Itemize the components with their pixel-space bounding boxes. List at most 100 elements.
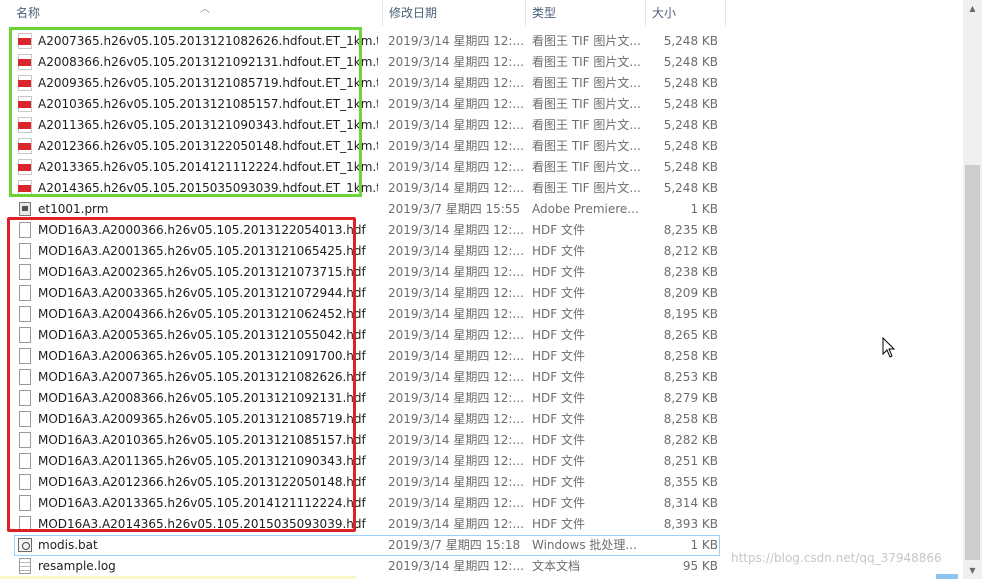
blank-file-icon xyxy=(19,327,31,343)
tif-tag-icon xyxy=(18,101,31,108)
file-row[interactable]: MOD16A3.A2001365.h26v05.105.201312106542… xyxy=(14,241,720,262)
column-size-header[interactable]: 大小 xyxy=(646,0,726,26)
file-row[interactable]: A2011365.h26v05.105.2013121090343.hdfout… xyxy=(14,115,720,136)
file-name: MOD16A3.A2000366.h26v05.105.201312205401… xyxy=(38,223,366,237)
blank-file-icon xyxy=(19,411,31,427)
file-row[interactable]: MOD16A3.A2011365.h26v05.105.201312109034… xyxy=(14,451,720,472)
file-icon-cell xyxy=(18,136,36,157)
file-type: Windows 批处理... xyxy=(532,538,637,552)
blank-file-icon xyxy=(19,243,31,259)
column-name-header[interactable]: 名称 ︿ xyxy=(10,0,383,26)
blank-file-icon xyxy=(19,264,31,280)
file-modified-date: 2019/3/14 星期四 12:... xyxy=(388,370,524,384)
tif-tag-icon xyxy=(18,164,31,171)
file-size: 8,265 KB xyxy=(663,328,718,342)
file-size: 8,209 KB xyxy=(663,286,718,300)
file-type: HDF 文件 xyxy=(532,244,585,258)
file-modified-date: 2019/3/14 星期四 12:... xyxy=(388,559,524,573)
file-row[interactable]: et1001.prm 2019/3/7 星期四 15:55 Adobe Premie… xyxy=(14,199,720,220)
file-row[interactable]: A2013365.h26v05.105.2014121112224.hdfout… xyxy=(14,157,720,178)
file-name: MOD16A3.A2014365.h26v05.105.201503509303… xyxy=(38,517,366,531)
column-size-label: 大小 xyxy=(652,6,677,20)
file-row[interactable]: MOD16A3.A2007365.h26v05.105.201312108262… xyxy=(14,367,720,388)
file-row[interactable]: A2008366.h26v05.105.2013121092131.hdfout… xyxy=(14,52,720,73)
file-icon-cell xyxy=(18,178,36,199)
file-size: 5,248 KB xyxy=(663,76,718,90)
blank-file-icon xyxy=(19,348,31,364)
file-row[interactable]: MOD16A3.A2014365.h26v05.105.201503509303… xyxy=(14,514,720,535)
file-size: 8,253 KB xyxy=(663,370,718,384)
column-name-label: 名称 xyxy=(16,6,41,20)
file-name: resample.log xyxy=(38,559,116,573)
file-row[interactable]: A2009365.h26v05.105.2013121085719.hdfout… xyxy=(14,73,720,94)
file-type: HDF 文件 xyxy=(532,496,585,510)
file-type: HDF 文件 xyxy=(532,328,585,342)
file-icon-cell xyxy=(18,388,36,409)
file-row[interactable]: MOD16A3.A2009365.h26v05.105.201312108571… xyxy=(14,409,720,430)
file-type: 文本文档 xyxy=(532,559,581,573)
tif-image-icon xyxy=(18,54,32,70)
file-row[interactable]: MOD16A3.A2003365.h26v05.105.201312107294… xyxy=(14,283,720,304)
file-name: MOD16A3.A2002365.h26v05.105.201312107371… xyxy=(38,265,366,279)
file-type: 看图王 TIF 图片文... xyxy=(532,160,641,174)
file-row[interactable]: modis.bat 2019/3/7 星期四 15:18 Windows 批处理..… xyxy=(14,535,720,556)
file-size: 1 KB xyxy=(690,202,718,216)
file-row[interactable]: MOD16A3.A2000366.h26v05.105.201312205401… xyxy=(14,220,720,241)
file-row[interactable]: A2014365.h26v05.105.2015035093039.hdfout… xyxy=(14,178,720,199)
scroll-up-arrow-icon[interactable]: ▲ xyxy=(963,0,982,17)
tif-image-icon xyxy=(18,117,32,133)
file-row[interactable]: resample.log 2019/3/14 星期四 12:... 文本文档 95 K… xyxy=(14,556,720,577)
file-row[interactable]: MOD16A3.A2006365.h26v05.105.201312109170… xyxy=(14,346,720,367)
tif-image-icon xyxy=(18,96,32,112)
blank-file-icon xyxy=(19,453,31,469)
file-row[interactable]: A2010365.h26v05.105.2013121085157.hdfout… xyxy=(14,94,720,115)
file-modified-date: 2019/3/14 星期四 12:... xyxy=(388,265,524,279)
file-row[interactable]: MOD16A3.A2002365.h26v05.105.201312107371… xyxy=(14,262,720,283)
file-name: A2013365.h26v05.105.2014121112224.hdfout… xyxy=(38,160,378,174)
file-size: 8,314 KB xyxy=(663,496,718,510)
file-icon-cell xyxy=(18,115,36,136)
file-size: 8,235 KB xyxy=(663,223,718,237)
file-size: 8,258 KB xyxy=(663,412,718,426)
file-type: Adobe Premiere... xyxy=(532,202,639,216)
tif-tag-icon xyxy=(18,143,31,150)
file-modified-date: 2019/3/14 星期四 12:... xyxy=(388,496,524,510)
file-row[interactable]: MOD16A3.A2012366.h26v05.105.201312205014… xyxy=(14,472,720,493)
file-modified-date: 2019/3/14 星期四 12:... xyxy=(388,349,524,363)
mouse-pointer-icon xyxy=(882,337,896,358)
file-row[interactable]: MOD16A3.A2005365.h26v05.105.201312105504… xyxy=(14,325,720,346)
scroll-down-arrow-icon[interactable]: ▼ xyxy=(963,562,982,579)
file-modified-date: 2019/3/7 星期四 15:55 xyxy=(388,202,521,216)
file-row[interactable]: A2007365.h26v05.105.2013121082626.hdfout… xyxy=(14,31,720,52)
file-type: 看图王 TIF 图片文... xyxy=(532,118,641,132)
column-type-header[interactable]: 类型 xyxy=(526,0,646,26)
file-modified-date: 2019/3/14 星期四 12:... xyxy=(388,391,524,405)
file-icon-cell xyxy=(18,73,36,94)
scrollbar-thumb[interactable] xyxy=(965,165,980,560)
file-type: HDF 文件 xyxy=(532,517,585,531)
file-modified-date: 2019/3/14 星期四 12:... xyxy=(388,118,524,132)
file-modified-date: 2019/3/14 星期四 12:... xyxy=(388,34,524,48)
file-row[interactable]: MOD16A3.A2013365.h26v05.105.201412111222… xyxy=(14,493,720,514)
file-row[interactable]: MOD16A3.A2008366.h26v05.105.201312109213… xyxy=(14,388,720,409)
file-size: 8,279 KB xyxy=(663,391,718,405)
file-name: MOD16A3.A2008366.h26v05.105.201312109213… xyxy=(38,391,366,405)
file-type: 看图王 TIF 图片文... xyxy=(532,76,641,90)
file-modified-date: 2019/3/14 星期四 12:... xyxy=(388,328,524,342)
file-row[interactable]: MOD16A3.A2004366.h26v05.105.201312106245… xyxy=(14,304,720,325)
blank-file-icon xyxy=(19,306,31,322)
column-date-header[interactable]: 修改日期 xyxy=(383,0,526,26)
vertical-scrollbar[interactable]: ▲ ▼ xyxy=(963,0,982,579)
file-name: MOD16A3.A2012366.h26v05.105.201312205014… xyxy=(38,475,366,489)
file-row[interactable]: A2012366.h26v05.105.2013122050148.hdfout… xyxy=(14,136,720,157)
file-icon-cell xyxy=(18,52,36,73)
file-size: 5,248 KB xyxy=(663,97,718,111)
tif-tag-icon xyxy=(18,185,31,192)
tif-tag-icon xyxy=(18,38,31,45)
file-name: MOD16A3.A2011365.h26v05.105.201312109034… xyxy=(38,454,366,468)
premiere-file-icon xyxy=(19,202,31,216)
file-row[interactable]: MOD16A3.A2010365.h26v05.105.201312108515… xyxy=(14,430,720,451)
blank-file-icon xyxy=(19,495,31,511)
tif-image-icon xyxy=(18,33,32,49)
tif-image-icon xyxy=(18,180,32,196)
